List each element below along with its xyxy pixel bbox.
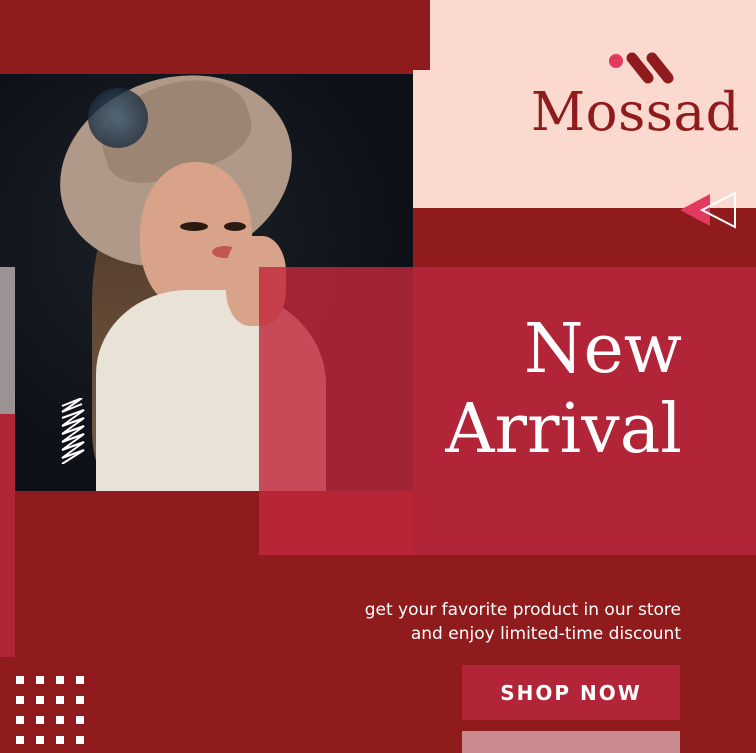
dot [36,716,44,724]
tagline-line-1: get your favorite product in our store [364,600,681,620]
button-underline [462,731,680,753]
dot-grid-icon [16,676,88,748]
headline: New Arrival [380,310,682,470]
double-arrow-left-icon [680,191,736,229]
top-red-block [0,0,430,74]
photo-eye-right [224,222,246,231]
promo-banner: Mossad New Arrival get your favorite pro… [0,0,756,753]
photo-feather [88,88,148,148]
dot [16,716,24,724]
dot [76,716,84,724]
dot [36,696,44,704]
dot [76,736,84,744]
left-crimson-strip [0,414,15,657]
panel-notch [413,0,430,70]
dot [56,736,64,744]
zigzag-icon [61,398,85,464]
photo-eye-left [180,222,208,231]
brand-dots-icon [609,52,674,84]
shop-now-button[interactable]: SHOP NOW [462,665,680,720]
dot [36,676,44,684]
dot [16,696,24,704]
tagline-line-2: and enjoy limited-time discount [410,624,681,644]
dot [76,676,84,684]
headline-line-2: Arrival [445,390,682,469]
dot [16,676,24,684]
dot [56,676,64,684]
left-grey-band [0,267,15,414]
dot [36,736,44,744]
dot [76,696,84,704]
brand-name: Mossad [530,82,740,143]
tagline: get your favorite product in our store a… [300,598,681,646]
dot [56,716,64,724]
dot [16,736,24,744]
dot [56,696,64,704]
headline-line-1: New [524,310,682,389]
